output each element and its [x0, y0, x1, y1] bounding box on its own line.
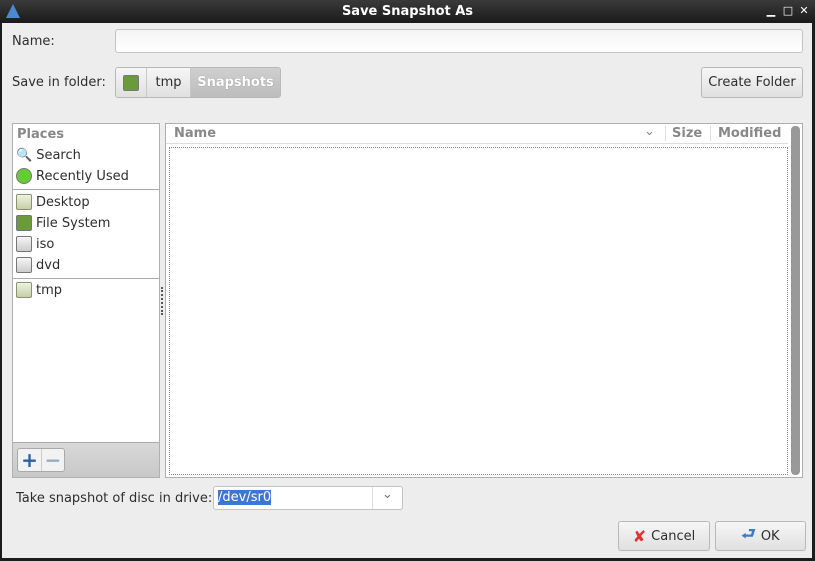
divider	[13, 278, 159, 279]
place-iso[interactable]: iso	[16, 234, 54, 254]
window-title: Save Snapshot As	[341, 4, 474, 19]
cancel-icon: ✘	[632, 526, 647, 546]
create-folder-button[interactable]: Create Folder	[701, 67, 803, 98]
dialog-body: Name: Save in folder: tmp Snapshots Crea…	[2, 23, 812, 558]
volume-icon	[16, 236, 32, 252]
ok-label: OK	[760, 528, 780, 544]
maximize-button[interactable]: □	[781, 4, 795, 18]
place-label: Recently Used	[36, 168, 129, 184]
drive-icon	[16, 215, 32, 231]
column-name[interactable]: Name	[174, 126, 216, 141]
path-root-button[interactable]	[116, 68, 147, 97]
file-list: Name ⌄ Size Modified	[165, 123, 803, 478]
add-place-button[interactable]: +	[18, 449, 41, 471]
minimize-button[interactable]: ▁	[764, 4, 778, 18]
sort-chevron-icon: ⌄	[644, 124, 655, 139]
path-bar: tmp Snapshots	[115, 67, 281, 98]
place-label: Search	[36, 147, 81, 163]
name-input[interactable]	[115, 29, 803, 53]
pane-resize-handle[interactable]	[161, 287, 163, 315]
app-icon	[6, 4, 20, 18]
places-header: Places	[17, 127, 65, 142]
place-recently-used[interactable]: Recently Used	[16, 166, 129, 186]
column-size[interactable]: Size	[665, 126, 710, 141]
close-button[interactable]: ✕	[797, 4, 811, 18]
place-dvd[interactable]: dvd	[16, 255, 60, 275]
file-list-area[interactable]	[169, 147, 788, 475]
folder-icon	[16, 194, 32, 210]
ok-button[interactable]: ⮐ OK	[715, 521, 806, 551]
name-label: Name:	[12, 34, 55, 49]
drive-value: /dev/sr0	[218, 490, 272, 505]
save-in-folder-label: Save in folder:	[12, 75, 106, 90]
place-label: Desktop	[36, 194, 90, 210]
place-file-system[interactable]: File System	[16, 213, 110, 233]
path-snapshots-button[interactable]: Snapshots	[191, 68, 280, 97]
folder-icon	[16, 282, 32, 298]
place-label: iso	[36, 236, 55, 252]
remove-place-button[interactable]: −	[40, 449, 64, 471]
place-label: tmp	[36, 282, 63, 298]
cancel-label: Cancel	[651, 528, 696, 544]
path-tmp-button[interactable]: tmp	[147, 68, 191, 97]
places-panel: Places 🔍 Search Recently Used Desktop Fil…	[12, 123, 160, 478]
cancel-button[interactable]: ✘ Cancel	[618, 521, 710, 551]
column-modified[interactable]: Modified	[710, 126, 781, 141]
volume-icon	[16, 257, 32, 273]
title-bar: Save Snapshot As ▁ □ ✕	[0, 0, 815, 23]
drive-label: Take snapshot of disc in drive:	[16, 491, 213, 506]
place-tmp[interactable]: tmp	[16, 280, 62, 300]
place-label: dvd	[36, 257, 61, 273]
chevron-down-icon: ⌄	[372, 487, 402, 509]
search-icon: 🔍	[16, 147, 33, 163]
drive-select[interactable]: /dev/sr0 ⌄	[213, 486, 403, 510]
places-toolbar: + −	[13, 442, 159, 477]
clock-icon	[16, 168, 32, 184]
ok-arrow-icon: ⮐	[741, 523, 756, 543]
place-label: File System	[36, 215, 111, 231]
divider	[13, 189, 159, 190]
drive-icon	[123, 74, 139, 91]
place-search[interactable]: 🔍 Search	[16, 145, 81, 165]
scrollbar[interactable]	[791, 126, 800, 475]
place-desktop[interactable]: Desktop	[16, 192, 90, 212]
